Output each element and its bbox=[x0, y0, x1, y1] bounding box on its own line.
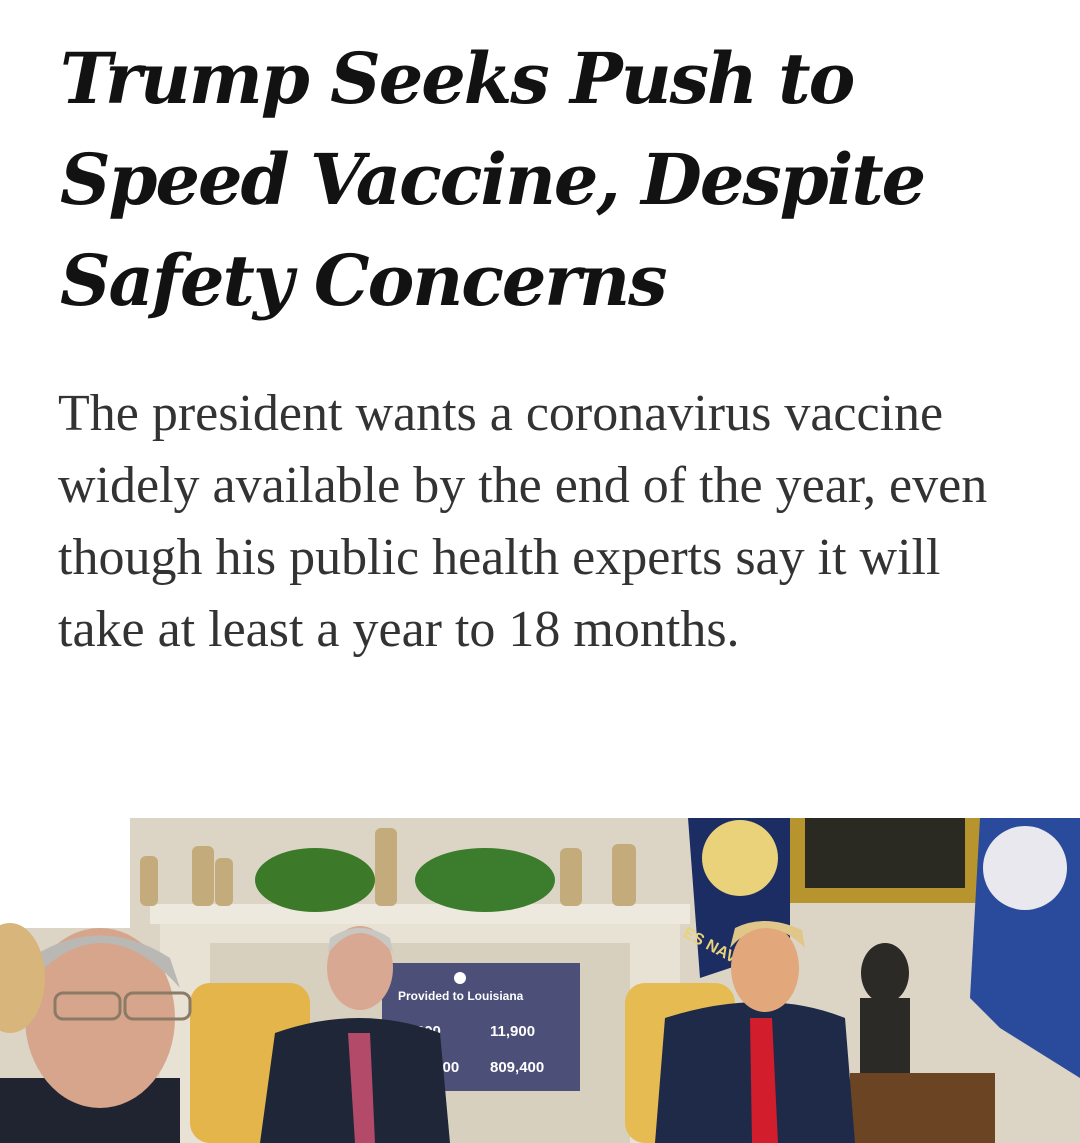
mantel-plant-left bbox=[255, 848, 375, 912]
oval-office-photo: ES NAV Provided to Louisiana 01,300 11,9… bbox=[0, 818, 1080, 1143]
article: Trump Seeks Push to Speed Vaccine, Despi… bbox=[0, 0, 1080, 1143]
sign-value-4: 809,400 bbox=[490, 1059, 544, 1076]
article-headline[interactable]: Trump Seeks Push to Speed Vaccine, Despi… bbox=[60, 28, 1040, 331]
sign-title: Provided to Louisiana bbox=[398, 989, 524, 1003]
photo-left-light bbox=[0, 818, 130, 928]
mantel-plant-right bbox=[415, 848, 555, 912]
article-summary: The president wants a coronavirus vaccin… bbox=[58, 385, 988, 658]
painting bbox=[805, 818, 965, 888]
sign-value-2: 11,900 bbox=[490, 1023, 535, 1040]
bust-base bbox=[860, 998, 910, 1078]
fireplace-mantel bbox=[150, 904, 690, 924]
bust-head bbox=[861, 943, 909, 1003]
navy-flag-seal bbox=[702, 820, 778, 896]
side-table bbox=[850, 1073, 995, 1143]
air-force-flag-seal bbox=[983, 826, 1067, 910]
article-photo[interactable]: ES NAV Provided to Louisiana 01,300 11,9… bbox=[0, 818, 1080, 1143]
